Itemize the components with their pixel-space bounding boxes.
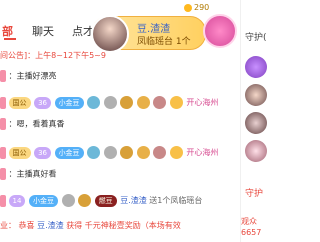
live-room: 部 聊天 点才 290 豆.渣渣 凤临瑶台 1个 间公告]：上午8~12下午5~…: [0, 0, 271, 242]
username[interactable]: 开心海州: [186, 148, 218, 157]
gift-box-icon: [203, 14, 237, 48]
user-tag: [0, 70, 6, 82]
medal-icon: [103, 146, 117, 159]
medal-icon: [61, 194, 75, 207]
fans-badge: 小金豆: [54, 146, 84, 159]
medal-icon: [103, 96, 117, 109]
medal-icon: [87, 96, 101, 109]
user-tag: [0, 96, 6, 109]
medal-icon: [153, 96, 167, 109]
coin-counter: 290: [184, 3, 209, 12]
chat-gift-message: 14 小金豆 燃豆 豆.渣渣 送1个凤临瑶台: [0, 194, 240, 210]
gift-banner[interactable]: 豆.渣渣 凤临瑶台 1个: [91, 15, 206, 53]
guard-avatar[interactable]: [245, 140, 267, 162]
user-tag: [0, 168, 6, 180]
medal-icon: [169, 146, 183, 159]
guard-avatar[interactable]: [245, 56, 267, 78]
viewer-count[interactable]: 观众 6657: [241, 216, 271, 238]
chat-message: 国公 36 小金豆 开心海州: [0, 96, 240, 112]
chat-message: ：主播真好看: [0, 168, 240, 184]
medal-icon: [78, 194, 92, 207]
user-tag: [0, 194, 6, 207]
fans-badge: 小金豆: [54, 96, 84, 109]
tab-all[interactable]: 部: [2, 23, 13, 39]
rank-badge: 国公: [8, 146, 31, 159]
guard-panel: 守护( 守护 观众 6657: [240, 0, 271, 242]
tab-underline: [4, 38, 16, 40]
user-tag: [0, 118, 6, 130]
user-tag: [0, 146, 6, 159]
guard-avatar[interactable]: [245, 112, 267, 134]
medal-icon: [120, 96, 134, 109]
level-badge: 36: [34, 146, 52, 159]
medal-icon: [87, 146, 101, 159]
tab-chat[interactable]: 聊天: [32, 23, 54, 39]
username[interactable]: 开心海州: [186, 98, 218, 107]
guard-button[interactable]: 守护: [245, 186, 263, 199]
guard-title[interactable]: 守护(: [245, 30, 267, 43]
chat-system-message: 业： 恭喜 豆.渣渣 获得 千元神秘壹奖励（本场有效: [0, 221, 181, 230]
medal-icon: [136, 146, 150, 159]
medal-icon: [153, 146, 167, 159]
level-badge: 36: [34, 96, 52, 109]
gift-sender[interactable]: 豆.渣渣: [137, 20, 170, 35]
username[interactable]: 豆.渣渣: [120, 196, 147, 205]
medal-icon: [120, 146, 134, 159]
coin-icon: [184, 3, 192, 12]
medal-icon: [136, 96, 150, 109]
level-badge: 14: [8, 194, 26, 207]
rank-badge: 国公: [8, 96, 31, 109]
chat-notice: 间公告]：上午8~12下午5~9: [0, 51, 106, 60]
fans-club-badge: 燃豆: [94, 194, 117, 207]
medal-icon: [169, 96, 183, 109]
chat-message: ：嗯，看着真香: [0, 118, 240, 134]
chat-message: ：主播好漂亮: [0, 70, 240, 86]
guard-avatar[interactable]: [245, 84, 267, 106]
chat-list: 间公告]：上午8~12下午5~9 ：主播好漂亮 国公 36 小金豆 开心海州 ：…: [0, 46, 240, 242]
fans-badge: 小金豆: [29, 194, 59, 207]
chat-message: 国公 36 小金豆 开心海州: [0, 146, 240, 162]
